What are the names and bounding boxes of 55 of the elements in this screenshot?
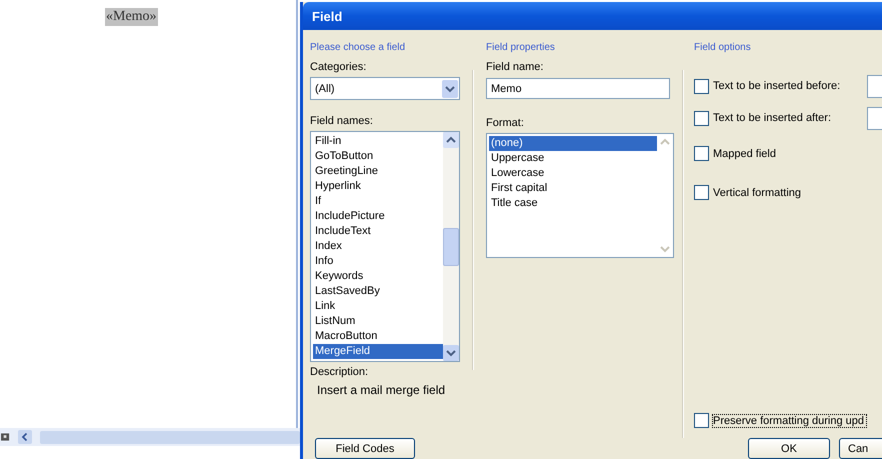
list-item[interactable]: (none) xyxy=(489,136,657,151)
list-item[interactable]: Hyperlink xyxy=(313,179,443,194)
description-label: Description: xyxy=(310,366,370,380)
field-codes-button[interactable]: Field Codes xyxy=(315,438,415,459)
vertical-scrollbar[interactable] xyxy=(443,132,459,361)
field-name-input[interactable]: Memo xyxy=(486,78,670,99)
list-item[interactable]: Keywords xyxy=(313,269,443,284)
list-item[interactable]: MacroButton xyxy=(313,329,443,344)
list-item[interactable]: LastSavedBy xyxy=(313,284,443,299)
checkbox-label: Vertical formatting xyxy=(713,186,802,198)
checkbox[interactable] xyxy=(694,146,709,161)
checkbox[interactable] xyxy=(694,78,709,94)
cancel-button[interactable]: Can xyxy=(839,438,882,459)
list-item[interactable]: Link xyxy=(313,299,443,314)
ok-button[interactable]: OK xyxy=(748,438,830,459)
field-label: Field name: xyxy=(486,61,544,75)
view-icon[interactable] xyxy=(1,432,10,442)
field-label: Format: xyxy=(486,117,525,131)
group-heading: Field properties xyxy=(486,42,556,55)
list-item[interactable]: If xyxy=(313,194,443,209)
checkbox-label: Text to be inserted after: xyxy=(713,112,832,124)
list-item[interactable]: Info xyxy=(313,254,443,269)
list-item[interactable]: Title case xyxy=(489,196,657,211)
description-text: Insert a mail merge field xyxy=(317,383,446,397)
checkbox-label: Preserve formatting during upd xyxy=(713,414,866,426)
field-label: Field names: xyxy=(310,115,374,129)
scrollbar-track[interactable] xyxy=(40,430,300,444)
field-label: Categories: xyxy=(310,61,368,75)
list-item[interactable]: First capital xyxy=(489,181,657,196)
checkbox[interactable] xyxy=(694,110,709,126)
list-item[interactable]: Lowercase xyxy=(489,166,657,181)
list-item[interactable]: Index xyxy=(313,239,443,254)
scroll-up-icon[interactable] xyxy=(443,132,459,148)
group-heading: Please choose a field xyxy=(310,42,406,55)
list-item[interactable]: Fill-in xyxy=(313,134,443,149)
list-item[interactable]: GreetingLine xyxy=(313,164,443,179)
checkbox[interactable] xyxy=(694,413,709,428)
list-item[interactable]: IncludePicture xyxy=(313,209,443,224)
list-item[interactable]: GoToButton xyxy=(313,149,443,164)
list-item[interactable]: IncludeText xyxy=(313,224,443,239)
merge-field: «Memo» xyxy=(105,8,158,26)
scrollbar-thumb[interactable] xyxy=(443,228,459,266)
checkbox-label: Mapped field xyxy=(713,148,776,160)
dropdown-icon[interactable] xyxy=(442,80,458,98)
scroll-down-icon[interactable] xyxy=(443,345,459,361)
horizontal-scrollbar[interactable] xyxy=(0,428,300,446)
group-heading: Field options xyxy=(694,42,752,55)
list-item[interactable]: MergeField xyxy=(313,344,443,359)
window-title: Field xyxy=(312,8,342,24)
checkbox-label: Text to be inserted before: xyxy=(713,80,842,92)
list-item[interactable]: ListNum xyxy=(313,314,443,329)
checkbox[interactable] xyxy=(694,185,709,200)
scroll-left-icon[interactable] xyxy=(18,430,32,444)
list-item[interactable]: Uppercase xyxy=(489,151,657,166)
categories-dropdown[interactable]: (All) xyxy=(310,77,460,100)
